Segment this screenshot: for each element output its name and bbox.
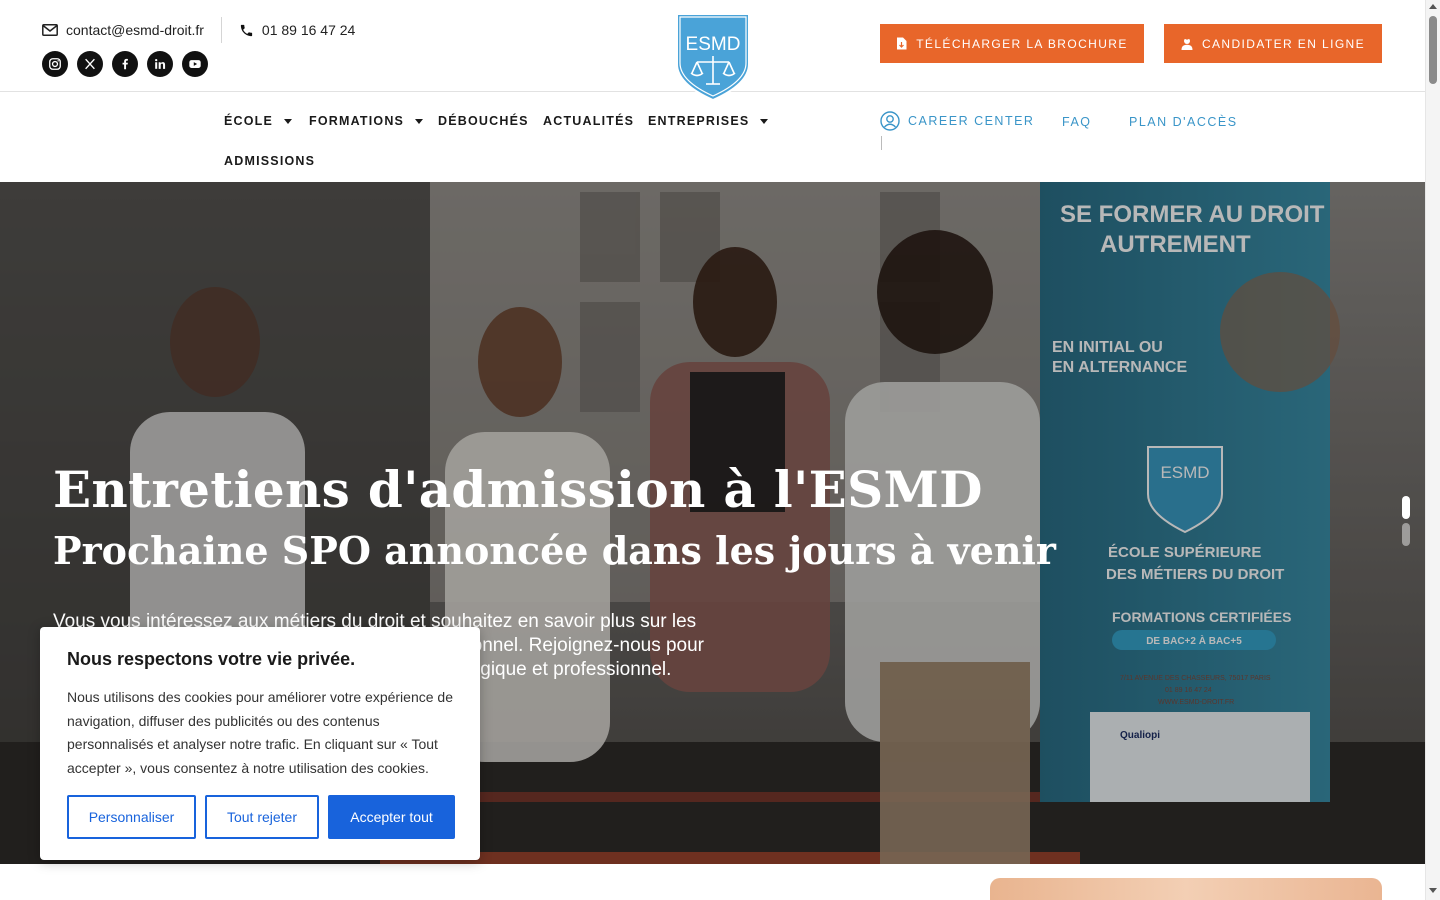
plan-acces-link[interactable]: PLAN D'ACCÈS — [1129, 115, 1238, 129]
career-center-label: CAREER CENTER — [908, 114, 1035, 128]
caret-down-icon — [760, 118, 769, 124]
phone-icon — [240, 24, 253, 36]
nav-item-admissions[interactable]: ADMISSIONS — [224, 154, 315, 168]
caret-down-icon — [284, 118, 293, 124]
faq-link[interactable]: FAQ — [1062, 115, 1092, 129]
nav-item-formations[interactable]: FORMATIONS — [309, 114, 424, 128]
social-links — [42, 51, 208, 77]
hero-subtitle: Prochaine SPO annoncée dans les jours à … — [53, 528, 1056, 573]
x-icon[interactable] — [77, 51, 103, 77]
facebook-icon[interactable] — [112, 51, 138, 77]
nav-divider — [881, 136, 882, 150]
nav-label: DÉBOUCHÉS — [438, 114, 529, 128]
nav-item-debouches[interactable]: DÉBOUCHÉS — [438, 114, 529, 128]
phone-text: 01 89 16 47 24 — [261, 22, 356, 38]
cookie-buttons: Personnaliser Tout rejeter Accepter tout — [67, 795, 455, 839]
cookie-title: Nous respectons votre vie privée. — [67, 649, 356, 669]
contact-row: contact@esmd-droit.fr 01 89 16 47 24 — [42, 17, 355, 43]
user-graduate-icon — [1181, 37, 1193, 50]
faq-label: FAQ — [1062, 115, 1092, 129]
slider-pagination — [1402, 496, 1410, 546]
scroll-up-arrow-icon[interactable] — [1429, 4, 1437, 9]
phone-link[interactable]: 01 89 16 47 24 — [239, 22, 355, 38]
hero-title: Entretiens d'admission à l'ESMD — [53, 460, 983, 519]
nav-item-ecole[interactable]: ÉCOLE — [224, 114, 293, 128]
esmd-logo[interactable]: ESMD — [675, 12, 751, 102]
nav-label: ACTUALITÉS — [543, 114, 635, 128]
document-download-icon — [897, 37, 907, 50]
slide-dot-1[interactable] — [1402, 496, 1410, 519]
customize-button[interactable]: Personnaliser — [67, 795, 196, 839]
nav-item-entreprises[interactable]: ENTREPRISES — [648, 114, 769, 128]
nav-label: ADMISSIONS — [224, 154, 316, 168]
main-navigation: ÉCOLE FORMATIONS DÉBOUCHÉS ACTUALITÉS EN… — [0, 93, 1425, 182]
scrollbar-thumb[interactable] — [1429, 16, 1437, 84]
top-bar: contact@esmd-droit.fr 01 89 16 47 24 ESM… — [0, 0, 1425, 102]
brochure-label: TÉLÉCHARGER LA BROCHURE — [916, 36, 1128, 51]
email-link[interactable]: contact@esmd-droit.fr — [42, 22, 204, 38]
mail-icon — [42, 24, 58, 36]
apply-online-button[interactable]: CANDIDATER EN LIGNE — [1164, 24, 1382, 63]
nav-item-actualites[interactable]: ACTUALITÉS — [543, 114, 634, 128]
cookie-consent-banner: Nous respectons votre vie privée. Nous u… — [40, 627, 480, 860]
scroll-down-arrow-icon[interactable] — [1429, 888, 1437, 893]
linkedin-icon[interactable] — [147, 51, 173, 77]
slide-dot-2[interactable] — [1402, 523, 1410, 546]
instagram-icon[interactable] — [42, 51, 68, 77]
logo-text: ESMD — [686, 34, 741, 55]
page-scrollbar[interactable] — [1425, 0, 1440, 900]
caret-down-icon — [415, 118, 424, 124]
reject-all-button[interactable]: Tout rejeter — [205, 795, 319, 839]
nav-label: ENTREPRISES — [648, 114, 750, 128]
cookie-text: Nous utilisons des cookies pour améliore… — [67, 689, 453, 776]
user-circle-icon — [880, 111, 900, 131]
accept-all-button[interactable]: Accepter tout — [328, 795, 455, 839]
candidate-label: CANDIDATER EN LIGNE — [1201, 36, 1366, 51]
nav-label: ÉCOLE — [224, 114, 274, 128]
contact-divider — [220, 17, 222, 43]
download-brochure-button[interactable]: TÉLÉCHARGER LA BROCHURE — [880, 24, 1144, 63]
email-text: contact@esmd-droit.fr — [66, 22, 204, 38]
career-center-link[interactable]: CAREER CENTER — [880, 111, 1034, 131]
plan-acces-label: PLAN D'ACCÈS — [1129, 115, 1238, 129]
youtube-icon[interactable] — [182, 51, 208, 77]
nav-label: FORMATIONS — [309, 114, 405, 128]
below-fold-card — [990, 878, 1382, 900]
